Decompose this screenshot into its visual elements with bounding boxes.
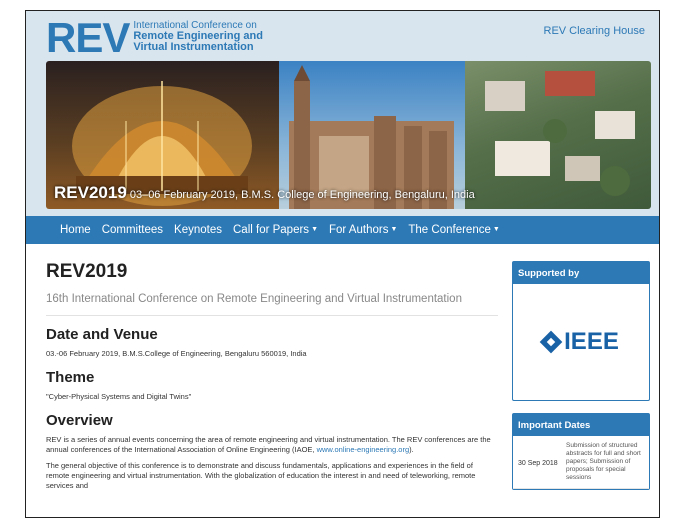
- theme-text: "Cyber-Physical Systems and Digital Twin…: [46, 392, 192, 401]
- sidebar: Supported by IEEE Important Dates 30 Sep…: [512, 261, 650, 490]
- nav-the-conference[interactable]: The Conference ▼: [408, 224, 499, 236]
- main-content: REV2019 16th International Conference on…: [46, 261, 498, 491]
- date-description: Submission of structured abstracts for f…: [566, 442, 641, 481]
- important-dates-box: Important Dates 30 Sep 2018 Submission o…: [512, 413, 650, 490]
- clearing-house-link[interactable]: REV Clearing House: [544, 25, 646, 37]
- nav-for-authors[interactable]: For Authors ▼: [329, 224, 397, 236]
- caret-down-icon: ▼: [311, 226, 318, 234]
- date-value: 30 Sep 2018: [518, 460, 558, 467]
- date-venue-heading: Date and Venue: [46, 326, 158, 343]
- theme-heading: Theme: [46, 369, 95, 386]
- site-header: REV International Conference on Remote E…: [26, 11, 659, 241]
- date-row: 30 Sep 2018 Submission of structured abs…: [513, 436, 649, 489]
- banner-title: REV2019 03–06 February 2019, B.M.S. Coll…: [54, 183, 475, 203]
- supported-by-box: Supported by IEEE: [512, 261, 650, 401]
- important-dates-heading: Important Dates: [513, 414, 649, 436]
- caret-down-icon: ▼: [390, 226, 398, 234]
- nav-committees[interactable]: Committees: [102, 224, 163, 236]
- logo-subtitle: International Conference on Remote Engin…: [133, 20, 263, 53]
- overview-paragraph-1: REV is a series of annual events concern…: [46, 435, 498, 455]
- browser-frame: REV International Conference on Remote E…: [25, 10, 660, 518]
- ieee-logo: IEEE: [539, 328, 619, 356]
- caret-down-icon: ▼: [492, 226, 500, 234]
- supported-by-heading: Supported by: [513, 262, 649, 284]
- date-venue-text: 03.-06 February 2019, B.M.S.College of E…: [46, 349, 307, 358]
- ieee-logo-wrap[interactable]: IEEE: [513, 284, 649, 400]
- page-subtitle: 16th International Conference on Remote …: [46, 293, 498, 316]
- logo-line-3: Virtual Instrumentation: [133, 41, 254, 53]
- iaoe-link[interactable]: www.online-engineering.org: [317, 445, 410, 454]
- nav-call-for-papers-label: Call for Papers: [233, 224, 310, 236]
- nav-home[interactable]: Home: [60, 224, 91, 236]
- rev-logo[interactable]: REV International Conference on Remote E…: [46, 14, 263, 61]
- nav-for-authors-label: For Authors: [329, 224, 389, 236]
- main-navigation: Home Committees Keynotes Call for Papers…: [26, 216, 659, 244]
- ieee-logo-text: IEEE: [564, 328, 619, 355]
- logo-rev-text: REV: [46, 14, 130, 61]
- nav-keynotes[interactable]: Keynotes: [174, 224, 222, 236]
- nav-call-for-papers[interactable]: Call for Papers ▼: [233, 224, 318, 236]
- overview-text-1-end: ).: [409, 445, 414, 454]
- header-banner: REV2019 03–06 February 2019, B.M.S. Coll…: [46, 61, 651, 209]
- overview-paragraph-2: The general objective of this conference…: [46, 461, 476, 490]
- ieee-diamond-icon: [539, 330, 563, 354]
- nav-the-conference-label: The Conference: [408, 224, 491, 236]
- overview-text-1: REV is a series of annual events concern…: [46, 435, 491, 454]
- banner-event-details: 03–06 February 2019, B.M.S. College of E…: [126, 189, 475, 201]
- page-title: REV2019: [46, 261, 128, 282]
- overview-heading: Overview: [46, 412, 113, 429]
- banner-campus-image: [465, 61, 651, 209]
- banner-event-name: REV2019: [54, 183, 127, 202]
